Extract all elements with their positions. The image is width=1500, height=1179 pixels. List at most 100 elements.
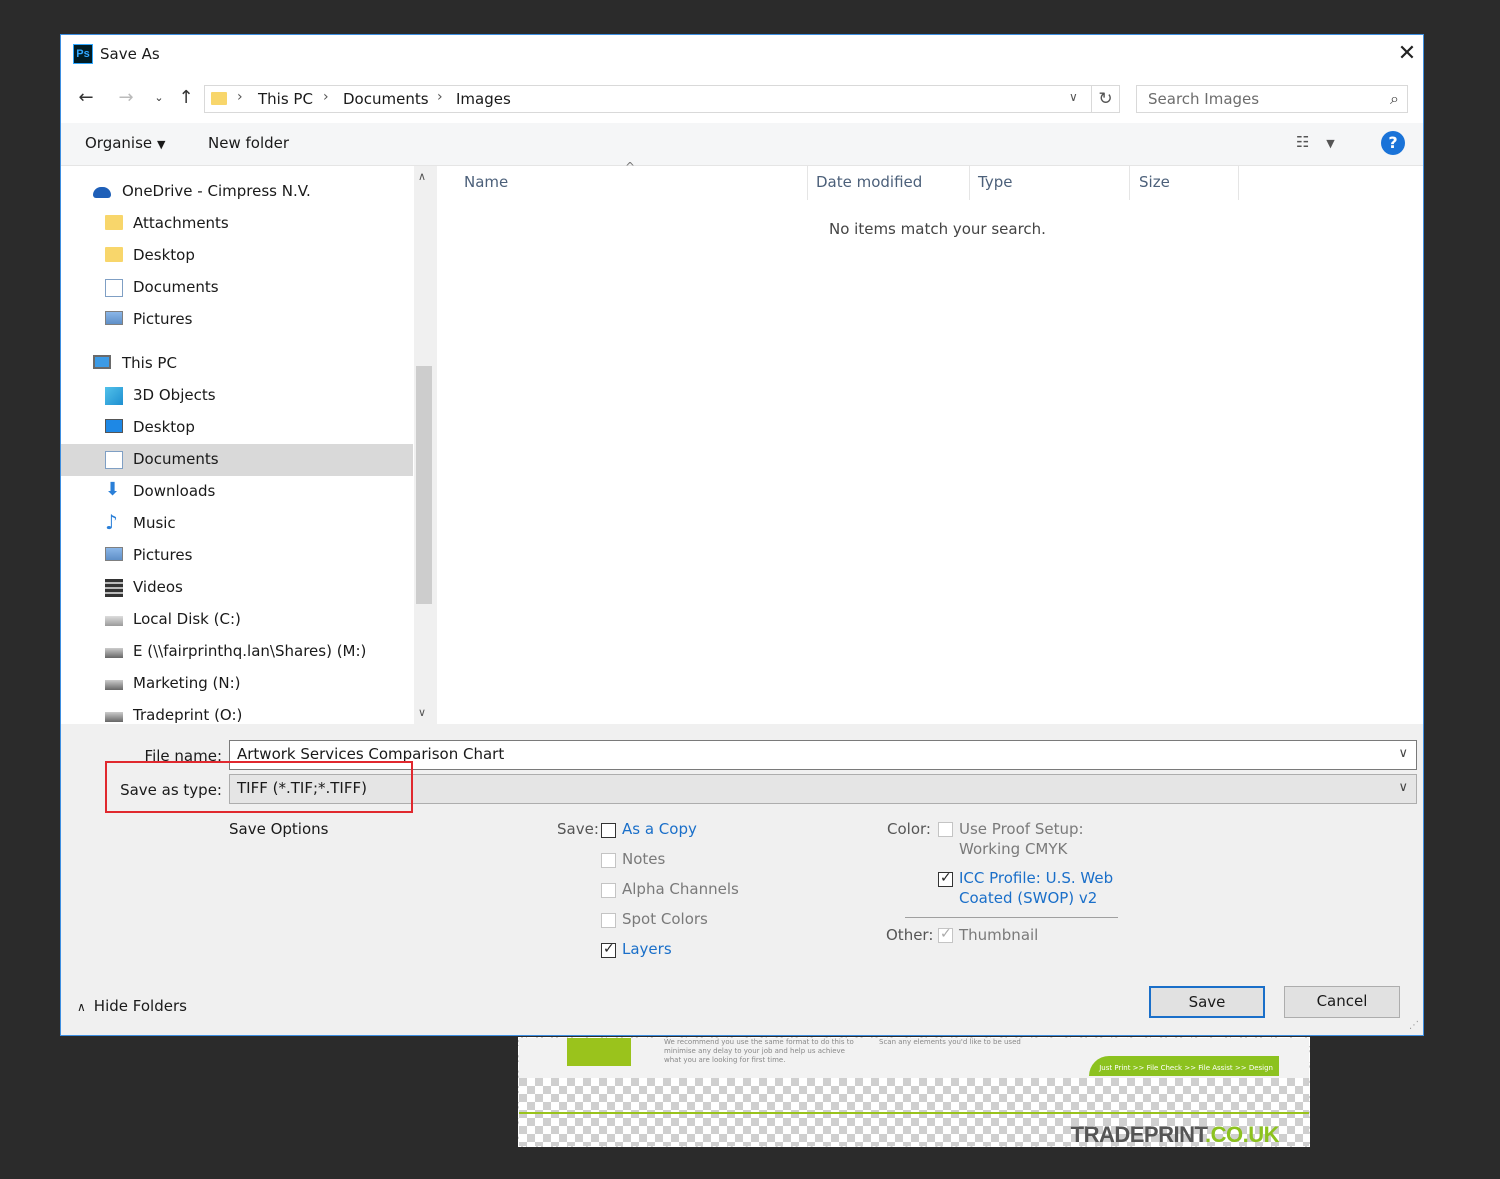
sidebar-item[interactable]: 3D Objects (61, 380, 413, 412)
desktop-icon (105, 419, 123, 433)
address-dropdown-chevron-icon[interactable]: ∨ (1069, 90, 1078, 104)
chevron-up-icon: ∧ (77, 1000, 86, 1014)
forward-arrow-icon[interactable]: → (113, 85, 139, 111)
resize-grip-icon[interactable]: ⋰ (1409, 1020, 1419, 1031)
search-icon: ⌕ (1390, 89, 1399, 108)
address-bar[interactable]: › This PC › Documents › Images ∨ (204, 85, 1092, 113)
thumbnail-checkbox[interactable] (938, 926, 953, 943)
sidebar-item-label: Pictures (133, 546, 193, 564)
sidebar-item[interactable]: OneDrive - Cimpress N.V. (61, 176, 413, 208)
sidebar-item-label: Music (133, 514, 176, 532)
breadcrumb-documents[interactable]: Documents (343, 90, 429, 108)
cancel-button[interactable]: Cancel (1284, 986, 1400, 1018)
sidebar-item[interactable]: Pictures (61, 540, 413, 572)
scrollbar-thumb[interactable] (416, 366, 432, 604)
sidebar-item-label: Marketing (N:) (133, 674, 241, 692)
video-icon (105, 579, 123, 597)
tradeprint-logo: TRADEPRINT.CO.UK (1070, 1122, 1280, 1147)
new-folder-button[interactable]: New folder (208, 134, 289, 152)
network-drive-icon (105, 712, 123, 722)
save-option-checkbox[interactable] (601, 853, 616, 868)
save-option-label[interactable]: As a Copy (622, 820, 697, 838)
sidebar-item[interactable]: Videos (61, 572, 413, 604)
back-arrow-icon[interactable]: ← (73, 85, 99, 111)
sidebar-item-label: Documents (133, 278, 219, 296)
sidebar-item-label: Videos (133, 578, 183, 596)
help-icon[interactable]: ? (1381, 131, 1405, 155)
folder-icon (211, 92, 227, 105)
sidebar-item[interactable]: Desktop (61, 412, 413, 444)
sidebar-item-label: Desktop (133, 418, 195, 436)
document-icon (105, 451, 123, 469)
recent-locations-chevron-icon[interactable]: ⌄ (146, 85, 172, 111)
sidebar-item-label: Documents (133, 450, 219, 468)
sidebar-item[interactable]: Attachments (61, 208, 413, 240)
refresh-icon[interactable]: ↻ (1092, 85, 1120, 113)
sidebar-item[interactable]: ♪ Music (61, 508, 413, 540)
dropdown-triangle-icon: ▼ (156, 138, 166, 151)
breadcrumb-images[interactable]: Images (456, 90, 511, 108)
save-option-label[interactable]: Layers (622, 940, 672, 958)
sidebar-item[interactable]: Documents (61, 272, 413, 304)
sidebar-item-label: E (\\fairprinthq.lan\Shares) (M:) (133, 642, 367, 660)
save-option-checkbox[interactable] (601, 823, 616, 838)
sidebar-item[interactable]: Marketing (N:) (61, 668, 413, 700)
sidebar-item[interactable]: E (\\fairprinthq.lan\Shares) (M:) (61, 636, 413, 668)
hide-folders-button[interactable]: ∧ Hide Folders (77, 997, 187, 1015)
options-divider (905, 917, 1118, 918)
doc-tab-text: Just Print >> File Check >> File Assist … (1099, 1064, 1273, 1072)
navigation-scrollbar[interactable]: ∧ ∨ (414, 166, 434, 724)
save-option-label: Spot Colors (622, 910, 708, 928)
breadcrumb-this-pc[interactable]: This PC (258, 90, 313, 108)
icc-profile-checkbox[interactable] (938, 870, 953, 887)
column-date-modified[interactable]: Date modified (816, 173, 922, 191)
disk-icon (105, 616, 123, 626)
scroll-up-icon[interactable]: ∧ (418, 170, 426, 183)
sidebar-item[interactable]: Tradeprint (O:) (61, 700, 413, 724)
breadcrumb-separator-icon: › (323, 89, 329, 105)
sidebar-item[interactable]: This PC (61, 348, 413, 380)
doc-small-text-2: Scan any elements you'd like to be used (879, 1038, 1021, 1046)
sidebar-item[interactable]: Desktop (61, 240, 413, 272)
onedrive-icon (93, 187, 111, 198)
chevron-down-icon[interactable]: ∨ (1398, 780, 1408, 795)
sidebar-item[interactable]: Pictures (61, 304, 413, 336)
chevron-down-icon[interactable]: ∨ (1398, 746, 1408, 761)
title-bar: Ps Save As ✕ (61, 35, 1423, 75)
sidebar-item-label: Downloads (133, 482, 216, 500)
file-list: ^ Name Date modified Type Size No items … (437, 160, 1423, 724)
save-button[interactable]: Save (1149, 986, 1265, 1018)
search-input[interactable]: Search Images ⌕ (1136, 85, 1408, 113)
save-options-heading: Save Options (229, 820, 329, 838)
search-placeholder: Search Images (1148, 90, 1260, 108)
pictures-icon (105, 311, 123, 325)
up-arrow-icon[interactable]: ↑ (173, 85, 199, 111)
save-option-checkbox[interactable] (601, 941, 616, 958)
computer-icon (93, 355, 111, 369)
icc-profile-label[interactable]: ICC Profile: U.S. Web (959, 869, 1113, 887)
column-type[interactable]: Type (978, 173, 1012, 191)
sidebar-item-label: Attachments (133, 214, 229, 232)
sidebar-item[interactable]: Documents (61, 444, 413, 476)
breadcrumb-separator-icon: › (237, 89, 243, 105)
column-size[interactable]: Size (1139, 173, 1170, 191)
close-icon[interactable]: ✕ (1392, 39, 1422, 69)
navigation-pane: OneDrive - Cimpress N.V. Attachments Deskt… (61, 166, 434, 724)
color-label: Color: (887, 820, 931, 838)
network-drive-icon (105, 680, 123, 690)
sidebar-item[interactable]: Local Disk (C:) (61, 604, 413, 636)
use-proof-setup-checkbox[interactable] (938, 822, 953, 837)
view-options-icon[interactable]: ☷ ▼ (1296, 133, 1335, 151)
save-option-checkbox[interactable] (601, 913, 616, 928)
sidebar-item-label: This PC (122, 354, 177, 372)
icc-profile-name-label[interactable]: Coated (SWOP) v2 (959, 889, 1097, 907)
column-name[interactable]: Name (464, 173, 508, 191)
empty-message: No items match your search. (829, 220, 1046, 238)
organise-menu[interactable]: Organise ▼ (85, 134, 165, 152)
scroll-down-icon[interactable]: ∨ (418, 706, 426, 719)
save-option-checkbox[interactable] (601, 883, 616, 898)
sidebar-item-label: Tradeprint (O:) (133, 706, 243, 724)
sidebar-item[interactable]: ⬇ Downloads (61, 476, 413, 508)
thumbnail-label: Thumbnail (959, 926, 1039, 944)
background-document-canvas: We recommend you use the same format to … (518, 1037, 1310, 1147)
